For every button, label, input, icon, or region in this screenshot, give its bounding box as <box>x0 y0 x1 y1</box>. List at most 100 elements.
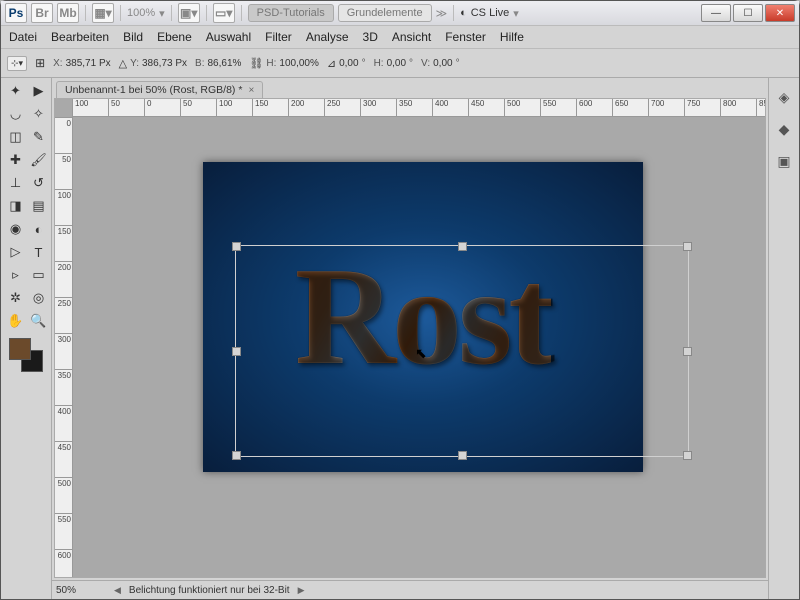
tab-row: Unbenannt-1 bei 50% (Rost, RGB/8) * × <box>52 78 768 98</box>
brush-tool-icon[interactable]: 🖌 <box>27 149 51 171</box>
menu-fenster[interactable]: Fenster <box>445 30 486 44</box>
toolbox: ✦▶ ◡✧ ◫✎ ✚🖌 ⊥↺ ◨▤ ◉◐ ▷T ▹▭ ✲◎ ✋🔍 <box>1 78 52 599</box>
dodge-tool-icon[interactable]: ◐ <box>27 218 51 240</box>
vskew-value[interactable]: 0,00 <box>433 58 452 69</box>
status-zoom[interactable]: 50% <box>56 585 106 596</box>
separator <box>241 5 242 21</box>
angle-value[interactable]: 0,00 <box>339 58 358 69</box>
menu-bild[interactable]: Bild <box>123 30 143 44</box>
w-value[interactable]: 86,61% <box>208 58 242 69</box>
x-value[interactable]: 385,71 Px <box>66 58 111 69</box>
history-brush-icon[interactable]: ↺ <box>27 172 51 194</box>
cslive-label[interactable]: CS Live <box>471 7 510 19</box>
move-tool-icon[interactable]: ✦ <box>4 80 28 102</box>
transform-tool-icon[interactable]: ⊹▾ <box>7 56 27 71</box>
more-icon[interactable]: ≫ <box>436 7 448 20</box>
menu-ebene[interactable]: Ebene <box>157 30 192 44</box>
pen-tool-icon[interactable]: ▷ <box>4 241 28 263</box>
screenmode-icon[interactable]: ▣▾ <box>178 3 200 23</box>
3d-camera-icon[interactable]: ◎ <box>27 287 51 309</box>
handle-bl[interactable] <box>232 451 241 460</box>
menu-auswahl[interactable]: Auswahl <box>206 30 251 44</box>
hskew-value[interactable]: 0,00 <box>387 58 406 69</box>
reference-point[interactable]: ⊞ <box>35 56 45 70</box>
canvas-area[interactable]: Rost ⬉ <box>73 117 765 577</box>
menu-datei[interactable]: Datei <box>9 30 37 44</box>
status-prev-icon[interactable]: ◀ <box>114 585 121 596</box>
menu-filter[interactable]: Filter <box>265 30 292 44</box>
handle-b[interactable] <box>458 451 467 460</box>
zoom-tool-icon[interactable]: 🔍 <box>27 310 51 332</box>
3d-tool-icon[interactable]: ✲ <box>4 287 28 309</box>
arrange-icon[interactable]: ▦▾ <box>92 3 114 23</box>
menu-hilfe[interactable]: Hilfe <box>500 30 524 44</box>
w-label: B: <box>195 58 204 69</box>
heal-tool-icon[interactable]: ✚ <box>4 149 28 171</box>
menu-ansicht[interactable]: Ansicht <box>392 30 431 44</box>
channels-panel-icon[interactable]: ◆ <box>773 118 795 140</box>
hand-tool-icon[interactable]: ✋ <box>4 310 28 332</box>
titlebar: Ps Br Mb ▦▾ 100% ▾ ▣▾ ▭▾ PSD-Tutorials G… <box>1 1 799 26</box>
gradient-tool-icon[interactable]: ▤ <box>27 195 51 217</box>
h-value[interactable]: 100,00% <box>279 58 318 69</box>
eyedropper-tool-icon[interactable]: ✎ <box>27 126 51 148</box>
shape-tool-icon[interactable]: ▭ <box>27 264 51 286</box>
foreground-swatch[interactable] <box>9 338 31 360</box>
crop-tool-icon[interactable]: ◫ <box>4 126 28 148</box>
y-value[interactable]: 386,73 Px <box>142 58 187 69</box>
lasso-tool-icon[interactable]: ◡ <box>4 103 28 125</box>
menu-analyse[interactable]: Analyse <box>306 30 349 44</box>
handle-br[interactable] <box>683 451 692 460</box>
dropdown-icon[interactable]: ▾ <box>513 7 519 20</box>
horizontal-ruler[interactable]: 1005005010015020025030035040045050055060… <box>72 99 765 117</box>
type-tool-icon[interactable]: T <box>27 241 51 263</box>
handle-r[interactable] <box>683 347 692 356</box>
handle-tl[interactable] <box>232 242 241 251</box>
minimize-button[interactable]: — <box>701 4 731 22</box>
right-panel-collapsed: ◈ ◆ ▣ <box>768 78 799 599</box>
tab-title: Unbenannt-1 bei 50% (Rost, RGB/8) * <box>65 84 242 96</box>
bridge-icon[interactable]: Br <box>31 3 53 23</box>
body: ✦▶ ◡✧ ◫✎ ✚🖌 ⊥↺ ◨▤ ◉◐ ▷T ▹▭ ✲◎ ✋🔍 Unbenan… <box>1 78 799 599</box>
paths-panel-icon[interactable]: ▣ <box>773 150 795 172</box>
canvas-viewport: 1005005010015020025030035040045050055060… <box>54 98 766 578</box>
close-tab-icon[interactable]: × <box>248 85 254 96</box>
x-label: X: <box>53 58 62 69</box>
delta-icon[interactable]: △ <box>119 57 127 70</box>
window-controls: — ☐ ✕ <box>701 4 795 22</box>
path-select-icon[interactable]: ▹ <box>4 264 28 286</box>
handle-t[interactable] <box>458 242 467 251</box>
vskew-label: V: <box>421 58 430 69</box>
document-area: Unbenannt-1 bei 50% (Rost, RGB/8) * × 10… <box>52 78 768 599</box>
blur-tool-icon[interactable]: ◉ <box>4 218 28 240</box>
menu-3d[interactable]: 3D <box>363 30 378 44</box>
cslive-icon[interactable]: ◐ <box>460 7 467 19</box>
document-tab[interactable]: Unbenannt-1 bei 50% (Rost, RGB/8) * × <box>56 81 263 98</box>
link-icon[interactable]: ⛓ <box>249 57 263 70</box>
minibridge-icon[interactable]: Mb <box>57 3 79 23</box>
cursor-icon: ⬉ <box>415 345 427 362</box>
maximize-button[interactable]: ☐ <box>733 4 763 22</box>
transform-box[interactable] <box>235 245 689 457</box>
status-bar: 50% ◀ Belichtung funktioniert nur bei 32… <box>52 580 768 599</box>
status-message: Belichtung funktioniert nur bei 32-Bit <box>129 585 290 596</box>
color-swatches[interactable] <box>9 338 43 372</box>
layers-panel-icon[interactable]: ◈ <box>773 86 795 108</box>
dropdown-icon[interactable]: ▾ <box>159 7 165 20</box>
extras-icon[interactable]: ▭▾ <box>213 3 235 23</box>
workspace-psd-tutorials[interactable]: PSD-Tutorials <box>248 4 334 22</box>
workspace-grundelemente[interactable]: Grundelemente <box>338 4 432 22</box>
zoom-level[interactable]: 100% <box>127 7 155 19</box>
handle-l[interactable] <box>232 347 241 356</box>
vertical-ruler[interactable]: 050100150200250300350400450500550600 <box>55 117 73 577</box>
eraser-tool-icon[interactable]: ◨ <box>4 195 28 217</box>
stamp-tool-icon[interactable]: ⊥ <box>4 172 28 194</box>
menubar: Datei Bearbeiten Bild Ebene Auswahl Filt… <box>1 26 799 49</box>
wand-tool-icon[interactable]: ✧ <box>27 103 51 125</box>
close-button[interactable]: ✕ <box>765 4 795 22</box>
handle-tr[interactable] <box>683 242 692 251</box>
status-next-icon[interactable]: ▶ <box>298 585 305 596</box>
menu-bearbeiten[interactable]: Bearbeiten <box>51 30 109 44</box>
marquee-tool-icon[interactable]: ▶ <box>27 80 51 102</box>
separator <box>453 5 454 21</box>
